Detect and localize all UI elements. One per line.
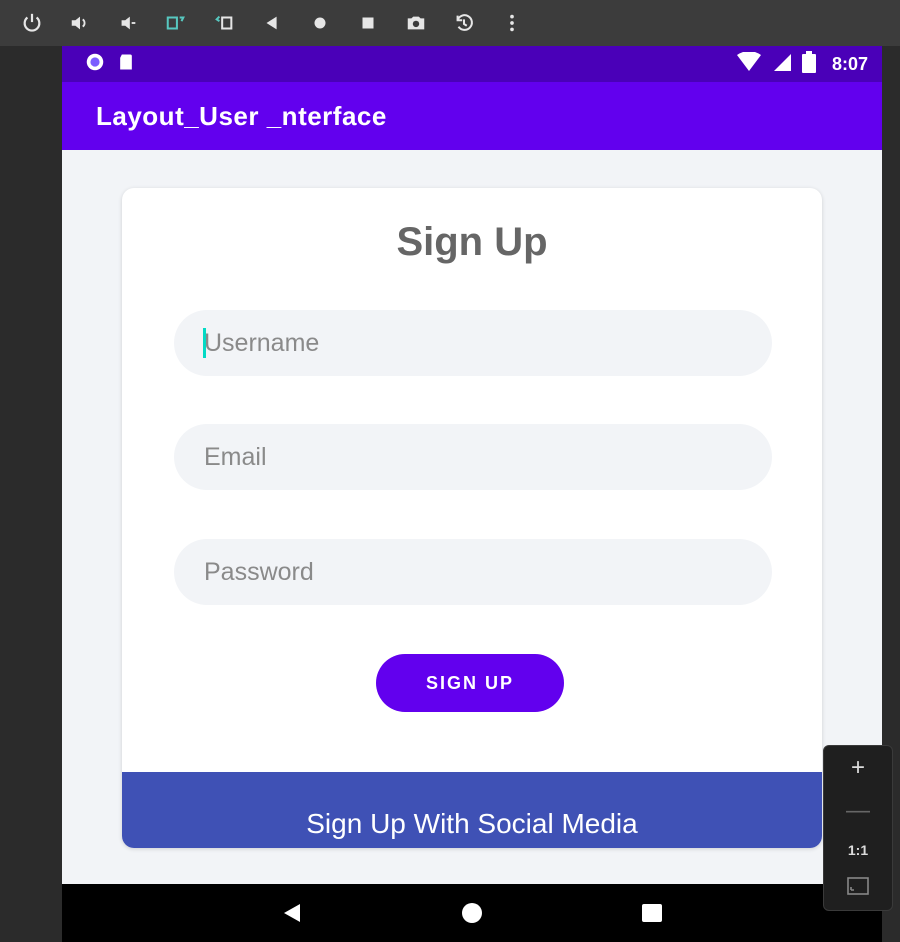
volume-down-icon[interactable] xyxy=(110,5,146,41)
signup-card: Sign Up SIGN UP Sign Up With Social Medi… xyxy=(122,188,822,848)
nav-overview-icon[interactable] xyxy=(632,893,672,933)
navigation-bar xyxy=(62,884,882,942)
nav-home-icon[interactable] xyxy=(452,893,492,933)
text-cursor xyxy=(203,328,206,358)
password-input[interactable] xyxy=(174,539,772,605)
emulator-toolbar xyxy=(0,0,900,46)
signup-title: Sign Up xyxy=(396,220,548,264)
content-area: Sign Up SIGN UP Sign Up With Social Medi… xyxy=(62,150,882,884)
social-signup-bar[interactable]: Sign Up With Social Media xyxy=(122,772,822,848)
wifi-icon xyxy=(736,50,762,77)
rotate-right-icon[interactable] xyxy=(206,5,242,41)
zoom-panel: + — 1:1 xyxy=(823,745,893,911)
status-bar: 8:07 xyxy=(62,46,882,82)
fit-screen-icon[interactable] xyxy=(847,876,869,900)
home-icon[interactable] xyxy=(302,5,338,41)
notification-circle-icon xyxy=(84,51,106,78)
username-input[interactable] xyxy=(174,310,772,376)
app-title: Layout_User _nterface xyxy=(96,100,387,131)
social-signup-label: Sign Up With Social Media xyxy=(306,808,638,839)
battery-icon xyxy=(801,50,816,78)
email-input[interactable] xyxy=(174,424,772,490)
back-icon[interactable] xyxy=(254,5,290,41)
zoom-out-button[interactable]: — xyxy=(846,799,870,823)
status-time: 8:07 xyxy=(831,53,868,74)
zoom-history-icon[interactable] xyxy=(446,5,482,41)
volume-up-icon[interactable] xyxy=(62,5,98,41)
overview-icon[interactable] xyxy=(350,5,386,41)
more-icon[interactable] xyxy=(494,5,530,41)
phone-screen: 8:07 Layout_User _nterface Sign Up SIGN … xyxy=(62,46,882,942)
sd-card-icon xyxy=(116,52,136,77)
rotate-left-icon[interactable] xyxy=(158,5,194,41)
app-bar: Layout_User _nterface xyxy=(62,82,882,150)
signup-button[interactable]: SIGN UP xyxy=(376,654,564,712)
nav-back-icon[interactable] xyxy=(272,893,312,933)
cell-signal-icon xyxy=(772,52,792,77)
power-icon[interactable] xyxy=(14,5,50,41)
zoom-one-to-one-button[interactable]: 1:1 xyxy=(848,843,868,857)
camera-icon[interactable] xyxy=(398,5,434,41)
zoom-in-button[interactable]: + xyxy=(851,755,865,780)
